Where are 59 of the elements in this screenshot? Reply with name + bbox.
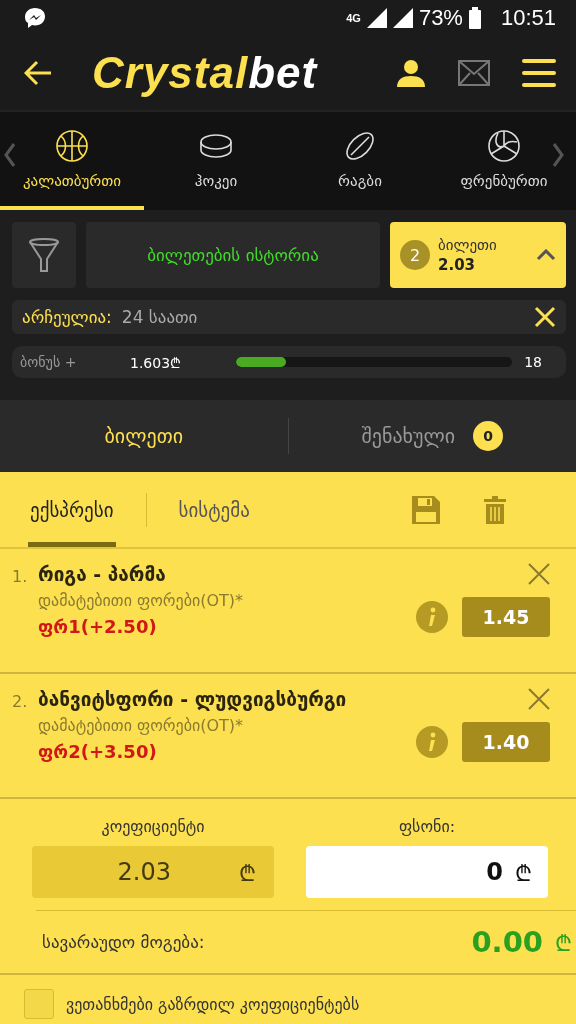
volleyball-icon: [486, 128, 522, 164]
saved-count-badge: 0: [473, 421, 504, 451]
currency-sign: ₾: [555, 930, 572, 957]
ticket-odds: 2.03: [438, 256, 475, 274]
currency-sign: ₾: [239, 860, 256, 887]
sport-tab[interactable]: რაგბი: [288, 112, 432, 210]
filter-label: არჩეულია:: [22, 307, 112, 327]
messenger-icon: [24, 7, 46, 29]
clock: 10:51: [500, 5, 556, 31]
ticket-tab[interactable]: შენახული 0: [288, 400, 576, 472]
sport-tab[interactable]: ჰოკეი: [144, 112, 288, 210]
bet-number: 1.: [12, 566, 29, 588]
trash-icon[interactable]: [484, 495, 506, 524]
ticket-history-button[interactable]: ბილეთების ისტორია: [86, 222, 380, 288]
chevron-right-icon[interactable]: [552, 142, 564, 168]
info-icon[interactable]: [416, 726, 448, 758]
sport-tab[interactable]: ფრენბურთი: [432, 112, 576, 210]
info-icon[interactable]: [416, 601, 448, 633]
logo[interactable]: Crystalbet: [92, 48, 318, 98]
market-name: დამატებითი ფორები(OT)*: [38, 716, 245, 735]
bonus-label: ბონუს +: [20, 354, 78, 370]
bet-number: 2.: [12, 691, 29, 713]
bet-pick: ფრ1(+2.50): [38, 616, 158, 637]
filter-button[interactable]: [12, 222, 76, 288]
battery-percent: 73%: [418, 5, 463, 31]
bet-type-tab[interactable]: ექსპრესი: [28, 472, 116, 547]
ticket-label: ბილეთი: [438, 236, 497, 254]
mail-icon[interactable]: [458, 60, 490, 86]
bet-pick: ფრ2(+3.50): [38, 741, 158, 762]
menu-icon[interactable]: [522, 59, 556, 87]
possible-win-label: სავარაუდო მოგება:: [42, 932, 205, 952]
basketball-icon: [54, 128, 90, 164]
save-icon[interactable]: [412, 495, 440, 524]
network-label: 4G: [346, 12, 361, 24]
funnel-icon: [28, 237, 60, 273]
possible-win-amount: 0.00: [471, 925, 543, 959]
market-name: დამატებითი ფორები(OT)*: [38, 591, 245, 610]
stake-label: ფსონი:: [398, 817, 456, 836]
chevron-up-icon: [536, 249, 556, 261]
odds-label: კოეფიციენტი: [101, 817, 205, 836]
chevron-left-icon[interactable]: [4, 142, 16, 168]
signal-icon: [392, 8, 413, 28]
ticket-button[interactable]: 2 ბილეთი 2.03: [390, 222, 566, 288]
checkbox[interactable]: [24, 989, 54, 1019]
bonus-count: 18: [524, 354, 542, 370]
bet-type-tab[interactable]: სისტემა: [176, 472, 252, 547]
stake-field[interactable]: 0 ₾: [306, 846, 548, 898]
ticket-tab[interactable]: ბილეთი: [0, 400, 288, 472]
signal-icon: [366, 8, 387, 28]
match-name: რიგა - პარმა: [38, 563, 167, 585]
filter-value: 24 საათი: [121, 307, 198, 327]
bonus-amount: 1.603₾: [130, 353, 183, 372]
agreement-label: ვეთანხმები გაზრდილ კოეფიციენტებს: [66, 994, 360, 1014]
ticket-count: 2: [400, 240, 430, 270]
back-arrow-icon[interactable]: [24, 60, 52, 86]
user-icon[interactable]: [396, 59, 426, 87]
match-name: ბანვიტსფორი - ლუდვიგსბურგი: [38, 688, 348, 710]
battery-icon: [468, 7, 481, 29]
total-odds: 2.03: [117, 858, 171, 886]
